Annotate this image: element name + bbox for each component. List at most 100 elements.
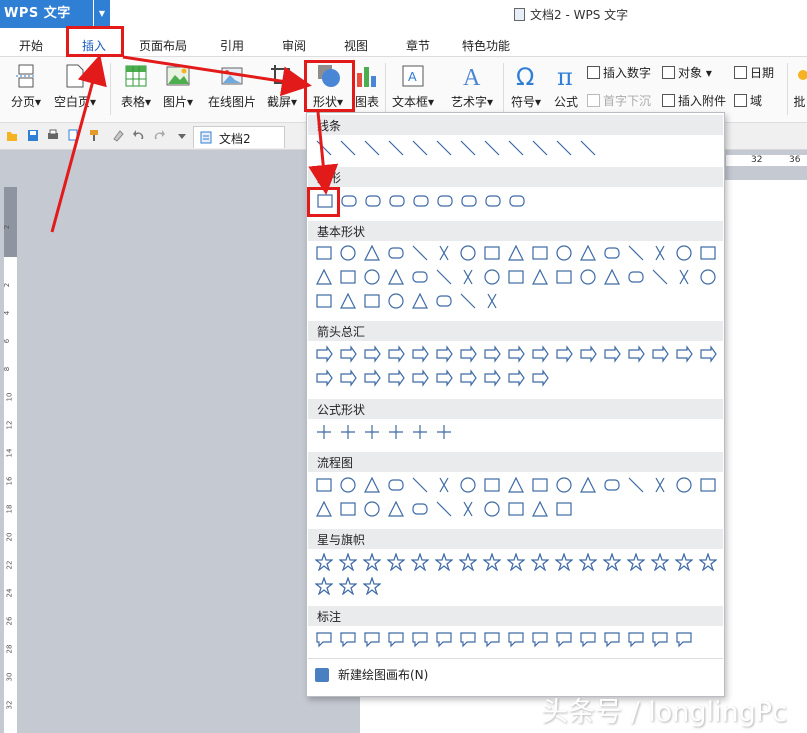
star-shape-icon[interactable]	[603, 553, 621, 571]
rect-shape-icon[interactable]	[388, 192, 406, 210]
flow-shape-icon[interactable]	[363, 476, 381, 494]
flow-shape-icon[interactable]	[507, 476, 525, 494]
arrow-shape-icon[interactable]	[507, 369, 525, 387]
star-shape-icon[interactable]	[651, 553, 669, 571]
basic-shape-icon[interactable]	[387, 244, 405, 262]
flow-shape-icon[interactable]	[363, 500, 381, 518]
arrow-shape-icon[interactable]	[411, 369, 429, 387]
flow-shape-icon[interactable]	[459, 500, 477, 518]
arrow-shape-icon[interactable]	[651, 345, 669, 363]
arrow-shape-icon[interactable]	[387, 345, 405, 363]
star-shape-icon[interactable]	[435, 553, 453, 571]
star-shape-icon[interactable]	[339, 577, 357, 595]
basic-shape-icon[interactable]	[699, 244, 717, 262]
formula-button[interactable]: π 公式	[550, 63, 582, 110]
callout-shape-icon[interactable]	[675, 630, 693, 648]
flow-shape-icon[interactable]	[315, 500, 333, 518]
document-tab[interactable]: 文档2	[193, 126, 285, 148]
flow-shape-icon[interactable]	[483, 500, 501, 518]
star-shape-icon[interactable]	[579, 553, 597, 571]
eq-shape-icon[interactable]	[387, 423, 405, 441]
line-shape-icon[interactable]	[555, 139, 573, 157]
online-picture-button[interactable]: 在线图片	[206, 63, 258, 110]
callout-shape-icon[interactable]	[339, 630, 357, 648]
line-shape-icon[interactable]	[459, 139, 477, 157]
blank-page-button[interactable]: 空白页▾	[52, 63, 98, 110]
flow-shape-icon[interactable]	[507, 500, 525, 518]
arrow-shape-icon[interactable]	[315, 345, 333, 363]
tab-references[interactable]: 引用	[220, 37, 244, 54]
basic-shape-icon[interactable]	[411, 268, 429, 286]
basic-shape-icon[interactable]	[507, 268, 525, 286]
tab-page-layout[interactable]: 页面布局	[139, 37, 187, 54]
tab-section[interactable]: 章节	[406, 37, 430, 54]
rect-shape-icon[interactable]	[364, 192, 382, 210]
flow-shape-icon[interactable]	[651, 476, 669, 494]
basic-shape-icon[interactable]	[483, 268, 501, 286]
arrow-shape-icon[interactable]	[483, 345, 501, 363]
basic-shape-icon[interactable]	[507, 244, 525, 262]
flow-shape-icon[interactable]	[387, 500, 405, 518]
callout-shape-icon[interactable]	[531, 630, 549, 648]
star-shape-icon[interactable]	[387, 553, 405, 571]
save-icon[interactable]	[27, 129, 39, 142]
picture-button[interactable]: 图片▾	[160, 63, 196, 110]
callout-shape-icon[interactable]	[459, 630, 477, 648]
flow-shape-icon[interactable]	[627, 476, 645, 494]
line-shape-icon[interactable]	[435, 139, 453, 157]
arrow-shape-icon[interactable]	[459, 369, 477, 387]
flow-shape-icon[interactable]	[315, 476, 333, 494]
line-shape-icon[interactable]	[411, 139, 429, 157]
arrow-shape-icon[interactable]	[627, 345, 645, 363]
basic-shape-icon[interactable]	[627, 244, 645, 262]
print-preview-icon[interactable]	[67, 129, 79, 142]
basic-shape-icon[interactable]	[315, 292, 333, 310]
star-shape-icon[interactable]	[627, 553, 645, 571]
arrow-shape-icon[interactable]	[435, 369, 453, 387]
basic-shape-icon[interactable]	[603, 268, 621, 286]
basic-shape-icon[interactable]	[339, 268, 357, 286]
basic-shape-icon[interactable]	[315, 268, 333, 286]
basic-shape-icon[interactable]	[651, 244, 669, 262]
arrow-shape-icon[interactable]	[603, 345, 621, 363]
customize-dropdown-icon[interactable]	[176, 129, 188, 142]
flow-shape-icon[interactable]	[555, 500, 573, 518]
rect-shape-icon[interactable]	[484, 192, 502, 210]
rect-shape-icon[interactable]	[508, 192, 526, 210]
basic-shape-icon[interactable]	[339, 292, 357, 310]
rect-shape-icon[interactable]	[340, 192, 358, 210]
flow-shape-icon[interactable]	[411, 476, 429, 494]
app-logo[interactable]: WPS 文字	[0, 0, 93, 28]
tab-special-features[interactable]: 特色功能	[462, 37, 510, 54]
star-shape-icon[interactable]	[315, 553, 333, 571]
redo-icon[interactable]	[153, 129, 165, 142]
flow-shape-icon[interactable]	[579, 476, 597, 494]
clear-format-icon[interactable]	[112, 129, 124, 142]
basic-shape-icon[interactable]	[387, 268, 405, 286]
arrow-shape-icon[interactable]	[339, 345, 357, 363]
flow-shape-icon[interactable]	[531, 500, 549, 518]
arrow-shape-icon[interactable]	[531, 369, 549, 387]
arrow-shape-icon[interactable]	[363, 345, 381, 363]
basic-shape-icon[interactable]	[435, 268, 453, 286]
basic-shape-icon[interactable]	[675, 268, 693, 286]
callout-shape-icon[interactable]	[483, 630, 501, 648]
star-shape-icon[interactable]	[339, 553, 357, 571]
flow-shape-icon[interactable]	[435, 476, 453, 494]
callout-shape-icon[interactable]	[555, 630, 573, 648]
eq-shape-icon[interactable]	[363, 423, 381, 441]
flow-shape-icon[interactable]	[699, 476, 717, 494]
eq-shape-icon[interactable]	[339, 423, 357, 441]
tab-review[interactable]: 审阅	[282, 37, 306, 54]
undo-icon[interactable]	[133, 129, 145, 142]
line-shape-icon[interactable]	[363, 139, 381, 157]
arrow-shape-icon[interactable]	[459, 345, 477, 363]
flow-shape-icon[interactable]	[675, 476, 693, 494]
arrow-shape-icon[interactable]	[507, 345, 525, 363]
callout-shape-icon[interactable]	[315, 630, 333, 648]
basic-shape-icon[interactable]	[363, 244, 381, 262]
tab-view[interactable]: 视图	[344, 37, 368, 54]
arrow-shape-icon[interactable]	[315, 369, 333, 387]
flow-shape-icon[interactable]	[339, 500, 357, 518]
line-shape-icon[interactable]	[387, 139, 405, 157]
